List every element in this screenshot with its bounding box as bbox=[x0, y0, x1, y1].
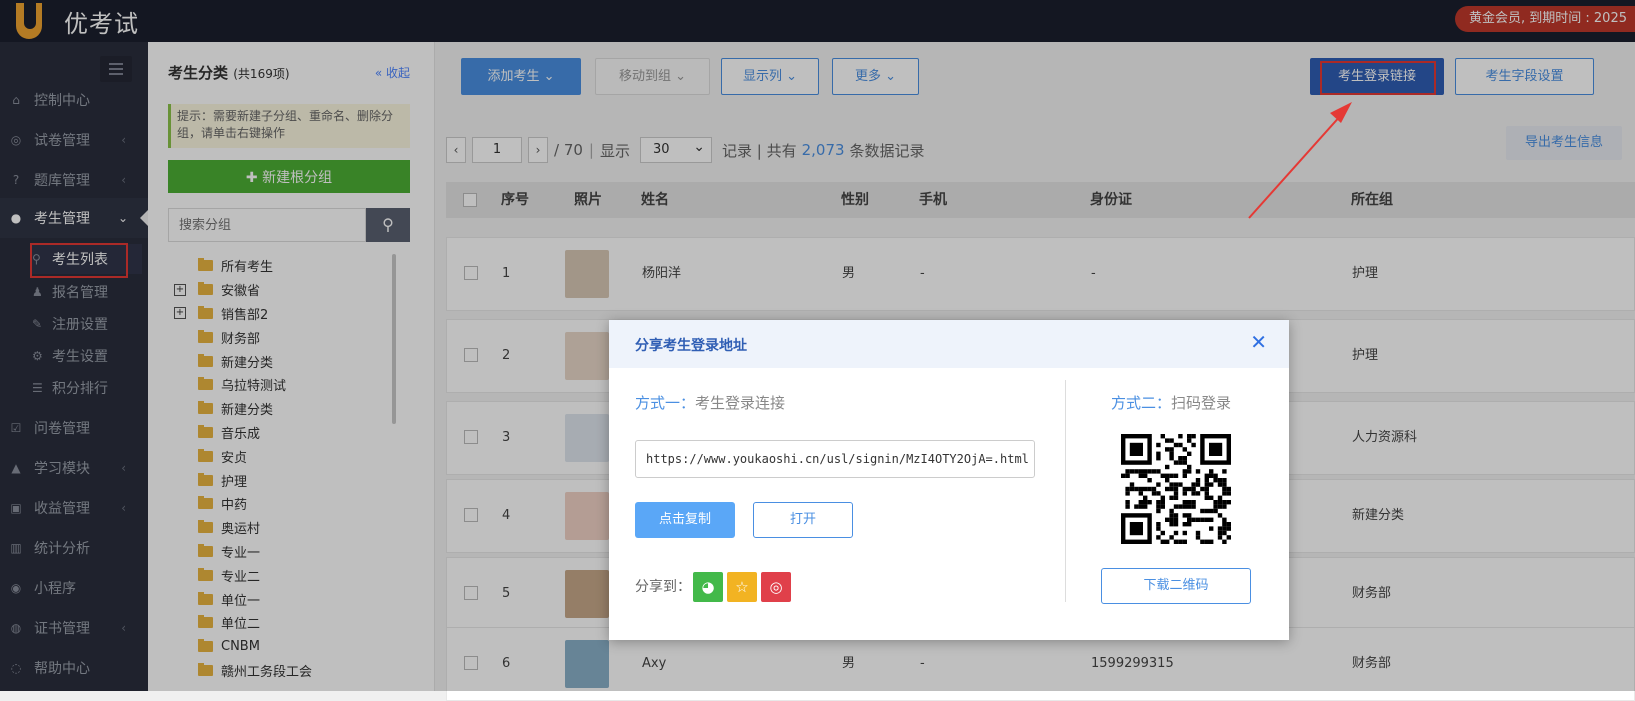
qr-code-icon bbox=[1121, 434, 1231, 544]
method-one-text: 考生登录连接 bbox=[695, 394, 786, 412]
method-one-label: 方式一：考生登录连接 bbox=[635, 392, 785, 413]
method-two-label: 方式二：扫码登录 bbox=[1111, 392, 1231, 413]
method-one-prefix: 方式一： bbox=[635, 394, 696, 412]
share-to-label: 分享到： bbox=[635, 579, 691, 595]
modal-header: 分享考生登录地址 ✕ bbox=[609, 320, 1289, 368]
download-qr-button[interactable]: 下载二维码 bbox=[1101, 568, 1251, 604]
share-login-modal: 分享考生登录地址 ✕ 方式一：考生登录连接 https://www.youkao… bbox=[609, 320, 1289, 640]
method-two-text: 扫码登录 bbox=[1171, 394, 1232, 412]
weibo-share-icon[interactable]: ◎ bbox=[761, 572, 791, 602]
star-share-icon[interactable]: ☆ bbox=[727, 572, 757, 602]
method-two-prefix: 方式二： bbox=[1111, 394, 1172, 412]
wechat-share-icon[interactable]: ◕ bbox=[693, 572, 723, 602]
open-button[interactable]: 打开 bbox=[753, 502, 853, 538]
login-url-field[interactable]: https://www.youkaoshi.cn/usl/signin/MzI4… bbox=[635, 440, 1035, 478]
copy-button[interactable]: 点击复制 bbox=[635, 502, 735, 538]
close-icon[interactable]: ✕ bbox=[1250, 330, 1267, 354]
modal-title: 分享考生登录地址 bbox=[635, 338, 747, 354]
modal-divider bbox=[1065, 380, 1066, 602]
